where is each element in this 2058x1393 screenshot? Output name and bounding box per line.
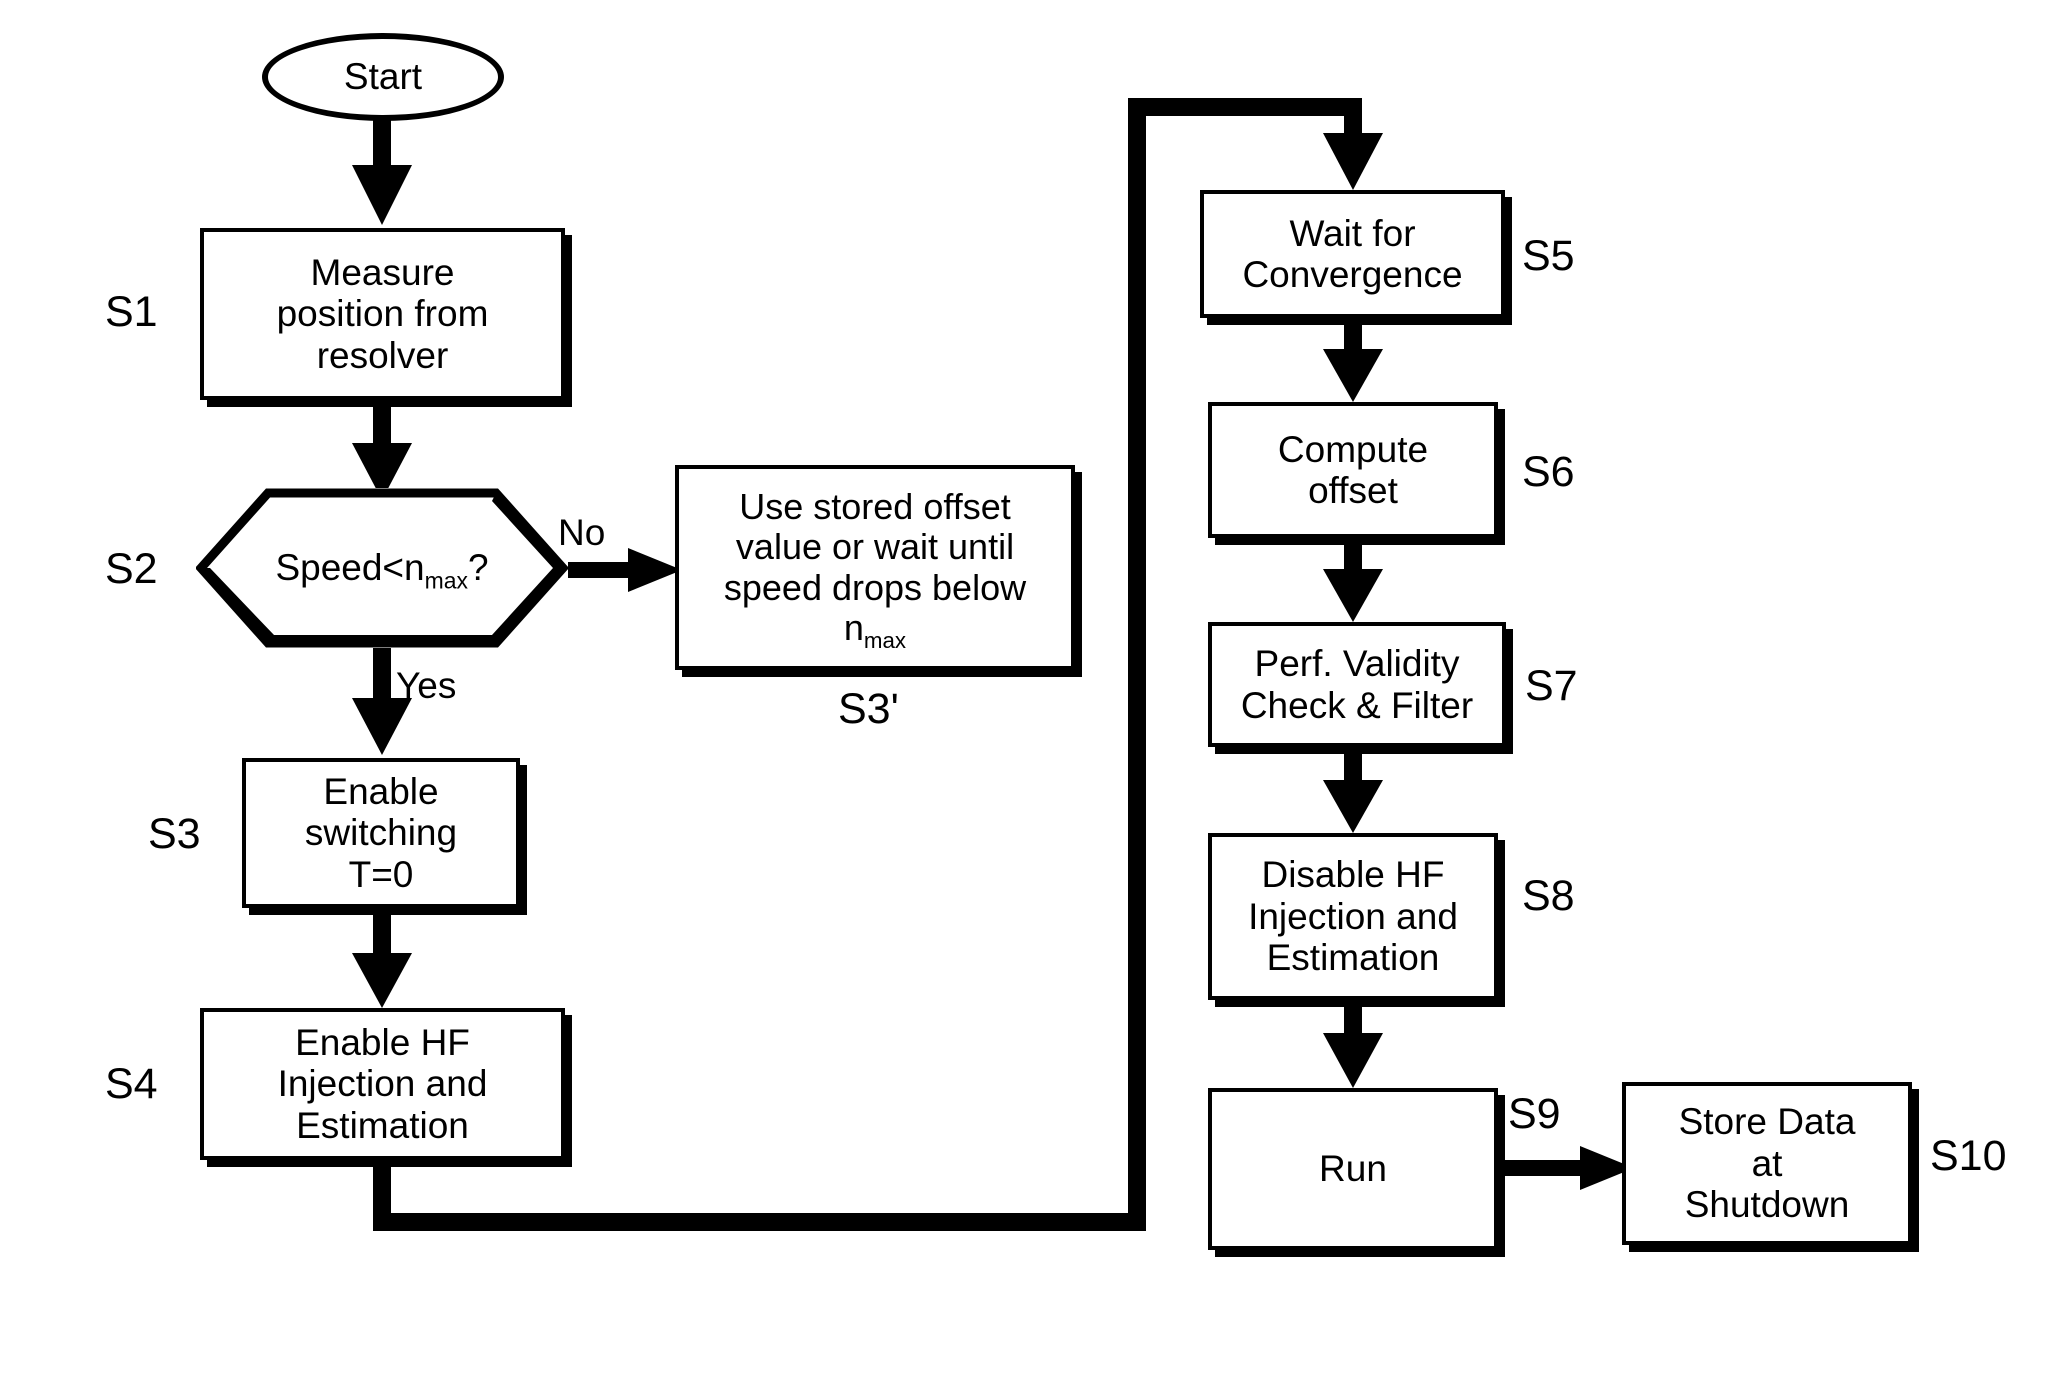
node-s9-label: Run bbox=[1319, 1148, 1387, 1190]
node-s9[interactable]: Run bbox=[1208, 1088, 1498, 1250]
node-s1-label: Measure position from resolver bbox=[276, 251, 489, 376]
step-label-s6: S6 bbox=[1522, 448, 1575, 496]
connector-s9-to-s10 bbox=[1500, 1146, 1634, 1190]
step-label-s3: S3 bbox=[148, 810, 201, 858]
connector-s7-to-s8 bbox=[1323, 747, 1383, 833]
node-start-label: Start bbox=[343, 56, 423, 97]
step-label-s10: S10 bbox=[1930, 1132, 2007, 1180]
step-label-s4: S4 bbox=[105, 1060, 158, 1108]
node-s4[interactable]: Enable HF Injection and Estimation bbox=[200, 1008, 565, 1160]
node-s8[interactable]: Disable HF Injection and Estimation bbox=[1208, 833, 1498, 1000]
node-s6[interactable]: Compute offset bbox=[1208, 402, 1498, 538]
edge-label-yes: Yes bbox=[396, 665, 457, 706]
node-s3[interactable]: Enable switching T=0 bbox=[242, 758, 520, 908]
step-label-s2: S2 bbox=[105, 545, 158, 593]
node-s2-label: Speed<nmax? bbox=[275, 547, 489, 594]
step-label-s3-prime: S3' bbox=[838, 685, 899, 733]
node-s7[interactable]: Perf. Validity Check & Filter bbox=[1208, 622, 1506, 747]
node-s3-label: Enable switching T=0 bbox=[304, 770, 458, 895]
node-s3-prime-label: Use stored offset value or wait until sp… bbox=[723, 485, 1027, 653]
connector-s6-to-s7 bbox=[1323, 538, 1383, 622]
step-label-s1: S1 bbox=[105, 288, 158, 336]
step-label-s7: S7 bbox=[1525, 662, 1578, 710]
step-label-s5: S5 bbox=[1522, 232, 1575, 280]
node-s5-label: Wait for Convergence bbox=[1242, 212, 1463, 295]
node-s8-label: Disable HF Injection and Estimation bbox=[1248, 854, 1458, 979]
node-s10-label: Store Data at Shutdown bbox=[1678, 1101, 1856, 1226]
node-s1[interactable]: Measure position from resolver bbox=[200, 228, 565, 400]
connector-s8-to-s9 bbox=[1323, 1000, 1383, 1088]
node-s4-label: Enable HF Injection and Estimation bbox=[277, 1021, 488, 1146]
node-s5[interactable]: Wait for Convergence bbox=[1200, 190, 1505, 318]
step-label-s9: S9 bbox=[1508, 1090, 1561, 1138]
step-label-s8: S8 bbox=[1522, 872, 1575, 920]
connector-s1-to-s2 bbox=[352, 398, 412, 500]
edge-label-no: No bbox=[558, 512, 606, 553]
node-start[interactable]: Start bbox=[262, 33, 504, 121]
flowchart-canvas: Start Measure position from resolver S1 … bbox=[0, 0, 2058, 1393]
connector-s3-to-s4 bbox=[352, 905, 412, 1008]
node-s2[interactable]: Speed<nmax? bbox=[196, 488, 568, 648]
node-s7-label: Perf. Validity Check & Filter bbox=[1240, 643, 1474, 726]
node-s6-label: Compute offset bbox=[1277, 428, 1429, 511]
node-s10[interactable]: Store Data at Shutdown bbox=[1622, 1082, 1912, 1245]
node-s3-prime[interactable]: Use stored offset value or wait until sp… bbox=[675, 465, 1075, 670]
connector-s5-to-s6 bbox=[1323, 318, 1383, 402]
connector-start-to-s1 bbox=[352, 113, 412, 225]
